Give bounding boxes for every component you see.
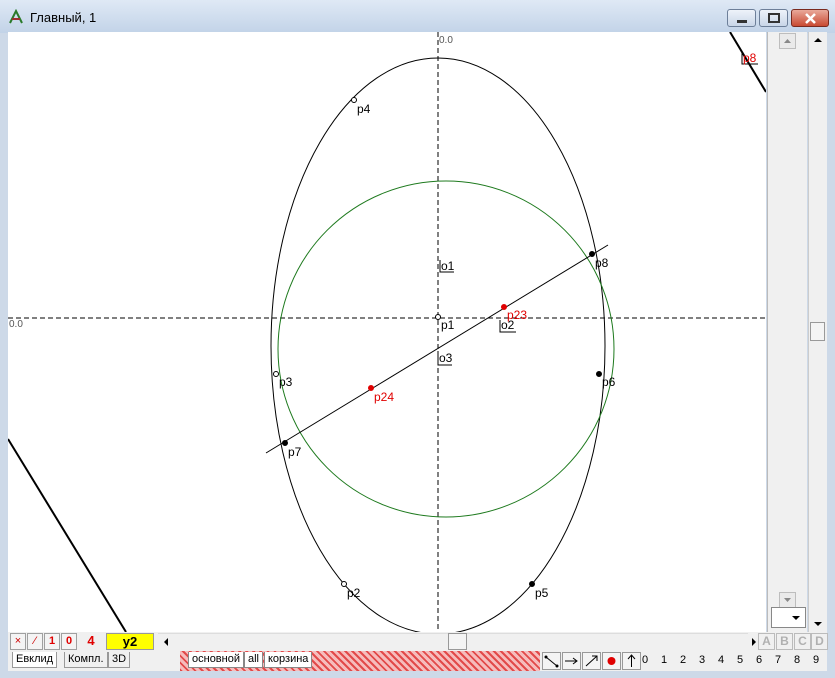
segment-tool-button[interactable] (542, 652, 561, 670)
tool-1-button[interactable]: 1 (44, 633, 60, 650)
digit-8[interactable]: 8 (788, 654, 806, 666)
toolbar-row: × ⁄ 1 0 4 y2 A B C D (8, 632, 828, 651)
ray-tool-button[interactable] (562, 652, 581, 670)
point-p23[interactable] (501, 304, 507, 310)
layer-tab-all[interactable]: all (244, 652, 264, 668)
vertical-scroll-thumb[interactable] (810, 322, 825, 341)
tab-3d[interactable]: 3D (108, 652, 131, 668)
ray-icon (565, 657, 578, 665)
button-d[interactable]: D (811, 633, 828, 650)
arrow-up-icon[interactable] (809, 32, 828, 48)
layer-tab-main[interactable]: основной (188, 652, 244, 668)
point-label-p8: p8 (595, 256, 609, 270)
tool-4-button[interactable]: 4 (78, 633, 104, 650)
layer-tab-trash[interactable]: корзина (264, 652, 313, 668)
zoom-dropdown[interactable] (771, 607, 806, 628)
title-bar: Главный, 1 (0, 0, 835, 33)
point-p6[interactable] (596, 371, 602, 377)
delete-tool-button[interactable]: × (10, 633, 26, 650)
point-label-p3: p3 (279, 375, 293, 389)
point-p8[interactable] (589, 251, 595, 257)
vector-icon (585, 655, 598, 667)
secant-line[interactable] (265, 244, 609, 454)
point-p24[interactable] (368, 385, 374, 391)
object-label-o3: o3 (439, 351, 453, 365)
arrow-down-icon (784, 598, 791, 602)
scroll-up-button[interactable] (779, 33, 796, 49)
green-circle[interactable] (277, 180, 615, 518)
digit-9[interactable]: 9 (807, 654, 825, 666)
digit-6[interactable]: 6 (750, 654, 768, 666)
tab-euclid[interactable]: Евклид (12, 652, 58, 668)
y-axis-label: 0.0 (439, 35, 453, 46)
point-p4[interactable] (351, 97, 357, 103)
arrow-left-icon[interactable] (158, 634, 174, 650)
app-icon (9, 9, 23, 24)
point-label-p23: p23 (507, 308, 527, 322)
button-a[interactable]: A (758, 633, 775, 650)
minimize-button[interactable] (727, 9, 756, 27)
digit-2[interactable]: 2 (674, 654, 692, 666)
point-label-p24: p24 (374, 390, 394, 404)
offscreen-line-bottom-left[interactable] (8, 438, 127, 632)
red-dot-icon (607, 657, 616, 665)
point-p2[interactable] (341, 581, 347, 587)
line-tool-button[interactable]: ⁄ (27, 633, 43, 650)
scroll-down-button[interactable] (779, 592, 796, 608)
close-button[interactable] (791, 9, 829, 27)
digit-5[interactable]: 5 (731, 654, 749, 666)
tab-complex[interactable]: Компл. (64, 652, 108, 668)
button-b[interactable]: B (776, 633, 793, 650)
x-axis-label: 0.0 (9, 319, 23, 330)
arrow-down-icon[interactable] (809, 616, 828, 632)
point-label-p4: p4 (357, 102, 371, 116)
minimize-icon (737, 20, 747, 23)
vertical-scrollbar-left[interactable] (767, 32, 807, 632)
point-tool-button[interactable] (602, 652, 621, 670)
horizontal-scroll-thumb[interactable] (448, 633, 467, 650)
chevron-down-icon (792, 616, 800, 620)
button-c[interactable]: C (794, 633, 811, 650)
arrow-up-icon (784, 39, 791, 43)
drawing-canvas[interactable]: 0.0 0.0 o1 o2 o3 p1 p2 p3 p4 p5 p6 p7 p8… (8, 32, 766, 632)
point-p3[interactable] (273, 371, 279, 377)
segment-icon (544, 655, 559, 668)
geometry-view[interactable]: 0.0 0.0 o1 o2 o3 p1 p2 p3 p4 p5 p6 p7 p8… (8, 32, 766, 632)
point-label-p5: p5 (535, 586, 549, 600)
digit-7[interactable]: 7 (769, 654, 787, 666)
maximize-button[interactable] (759, 9, 788, 27)
point-label-p1: p1 (441, 318, 455, 332)
digit-3[interactable]: 3 (693, 654, 711, 666)
tabs-row: Евклид Компл. 3D основной all корзина 0 … (8, 651, 827, 671)
current-layer-field[interactable]: y2 (106, 633, 154, 650)
object-label-o1: o1 (441, 259, 455, 273)
point-label-p7: p7 (288, 445, 302, 459)
close-icon (805, 13, 816, 24)
app-window: Главный, 1 0.0 0.0 o1 o2 o3 p1 p2 p3 p4 … (0, 0, 835, 678)
offscreen-label: p8 (743, 51, 757, 65)
digit-4[interactable]: 4 (712, 654, 730, 666)
point-p7[interactable] (282, 440, 288, 446)
restore-icon (768, 13, 780, 23)
point-p5[interactable] (529, 581, 535, 587)
digit-0[interactable]: 0 (636, 654, 654, 666)
point-p1[interactable] (435, 314, 441, 320)
digit-1[interactable]: 1 (655, 654, 673, 666)
point-label-p6: p6 (602, 375, 616, 389)
tool-0-button[interactable]: 0 (61, 633, 77, 650)
window-title: Главный, 1 (30, 10, 97, 25)
point-label-p2: p2 (347, 586, 361, 600)
vector-tool-button[interactable] (582, 652, 601, 670)
